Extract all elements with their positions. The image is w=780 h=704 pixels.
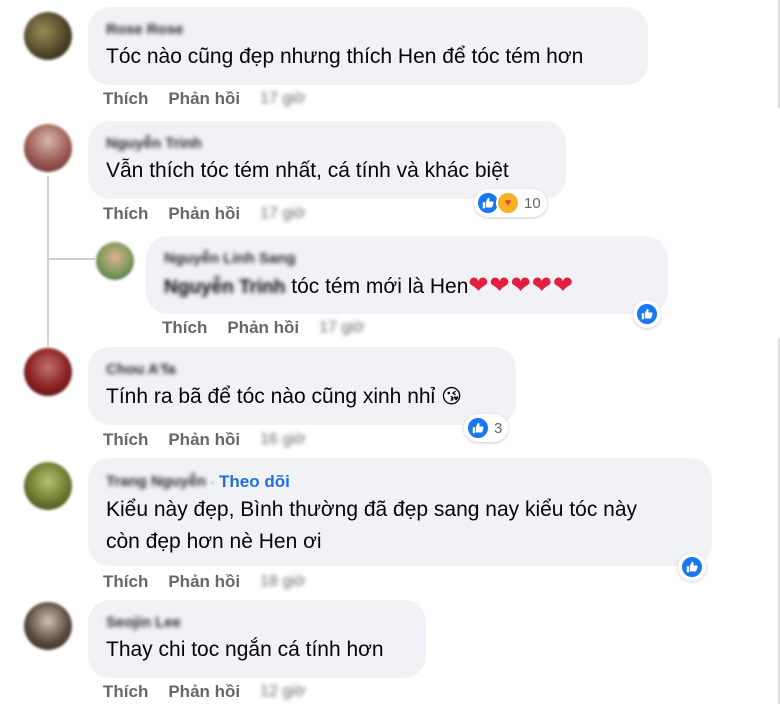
comment-text-body: tóc tém mới là Hen xyxy=(285,275,469,298)
like-button[interactable]: Thích xyxy=(162,318,207,338)
comment-actions: Thích Phản hồi 18 giờ xyxy=(103,572,305,592)
reply-button[interactable]: Phản hồi xyxy=(168,682,240,702)
comment-bubble: Nguyễn Linh Sang Nguyễn Trinh tóc tém mớ… xyxy=(146,236,668,314)
like-button[interactable]: Thích xyxy=(103,204,148,224)
like-reaction-icon xyxy=(635,302,659,326)
reaction-summary[interactable] xyxy=(678,553,706,581)
reply-button[interactable]: Phản hồi xyxy=(227,318,299,338)
comment-actions: Thích Phản hồi 16 giờ xyxy=(103,430,305,450)
thread-branch xyxy=(49,258,95,260)
follow-button[interactable]: Theo dõi xyxy=(219,472,290,492)
comment-actions: Thích Phản hồi 17 giờ xyxy=(103,89,305,109)
comment-text: Tính ra bã để tóc nào cũng xinh nhỉ 😘 xyxy=(106,381,498,413)
like-button[interactable]: Thích xyxy=(103,430,148,450)
separator-dot: · xyxy=(210,473,216,491)
commenter-name[interactable]: Seojin Lee xyxy=(106,614,408,632)
avatar[interactable] xyxy=(24,602,72,650)
thread-line xyxy=(47,176,49,346)
comment-time[interactable]: 18 giờ xyxy=(260,573,305,591)
reply-button[interactable]: Phản hồi xyxy=(168,89,240,109)
comment-time[interactable]: 16 giờ xyxy=(260,431,305,449)
comment-text: Tóc nào cũng đẹp nhưng thích Hen để tóc … xyxy=(106,45,584,68)
avatar[interactable] xyxy=(24,462,72,510)
like-button[interactable]: Thích xyxy=(103,682,148,702)
comment-text: Thay chi toc ngắn cá tính hơn xyxy=(106,638,384,661)
comment-text: Nguyễn Trinh tóc tém mới là Hen❤❤❤❤❤ xyxy=(164,270,650,304)
avatar[interactable] xyxy=(24,348,72,396)
like-reaction-icon xyxy=(466,416,490,440)
reply-button[interactable]: Phản hồi xyxy=(168,430,240,450)
comment-time[interactable]: 12 giờ xyxy=(260,683,305,701)
commenter-name[interactable]: Nguyễn Linh Sang xyxy=(164,250,650,268)
reaction-summary[interactable]: ♥ 10 xyxy=(474,189,547,217)
comment-time[interactable]: 17 giờ xyxy=(319,319,364,337)
comment-text-body: Tính ra bã để tóc nào cũng xinh nhỉ xyxy=(106,385,436,408)
avatar[interactable] xyxy=(96,242,134,280)
reply-button[interactable]: Phản hồi xyxy=(168,572,240,592)
kiss-emoji: 😘 xyxy=(441,386,462,408)
like-button[interactable]: Thích xyxy=(103,572,148,592)
reaction-summary[interactable] xyxy=(633,300,661,328)
like-button[interactable]: Thích xyxy=(103,89,148,109)
care-reaction-icon: ♥ xyxy=(496,191,520,215)
like-reaction-icon xyxy=(680,555,704,579)
avatar[interactable] xyxy=(24,124,72,172)
comment-actions: Thích Phản hồi 17 giờ xyxy=(162,318,364,338)
mentioned-user[interactable]: Nguyễn Trinh xyxy=(164,277,285,298)
comment-actions: Thích Phản hồi 12 giờ xyxy=(103,682,305,702)
comment-bubble: Trang Nguyễn · Theo dõi Kiểu này đẹp, Bì… xyxy=(88,458,712,566)
reaction-count: 3 xyxy=(494,419,503,437)
comment-time[interactable]: 17 giờ xyxy=(260,205,305,223)
comment-bubble: Chou A'fa Tính ra bã để tóc nào cũng xin… xyxy=(88,347,516,425)
commenter-name[interactable]: Rose Rose xyxy=(106,21,630,39)
comment-text: Kiểu này đẹp, Bình thường đã đẹp sang na… xyxy=(106,498,638,553)
comment-time[interactable]: 17 giờ xyxy=(260,90,305,108)
commenter-header: Trang Nguyễn · Theo dõi xyxy=(106,472,694,492)
reply-button[interactable]: Phản hồi xyxy=(168,204,240,224)
hearts-emoji: ❤❤❤❤❤ xyxy=(468,272,574,299)
comment-bubble: Rose Rose Tóc nào cũng đẹp nhưng thích H… xyxy=(88,7,648,85)
reaction-count: 10 xyxy=(524,194,541,212)
comment-actions: Thích Phản hồi 17 giờ xyxy=(103,204,305,224)
comment-bubble: Seojin Lee Thay chi toc ngắn cá tính hơn xyxy=(88,600,426,678)
comment-text: Vẫn thích tóc tém nhất, cá tính và khác … xyxy=(106,159,509,182)
reaction-summary[interactable]: 3 xyxy=(464,414,509,442)
commenter-name[interactable]: Trang Nguyễn xyxy=(106,473,206,491)
comment-bubble: Nguyễn Trinh Vẫn thích tóc tém nhất, cá … xyxy=(88,121,566,199)
avatar[interactable] xyxy=(24,12,72,60)
commenter-name[interactable]: Chou A'fa xyxy=(106,361,498,379)
commenter-name[interactable]: Nguyễn Trinh xyxy=(106,135,548,153)
